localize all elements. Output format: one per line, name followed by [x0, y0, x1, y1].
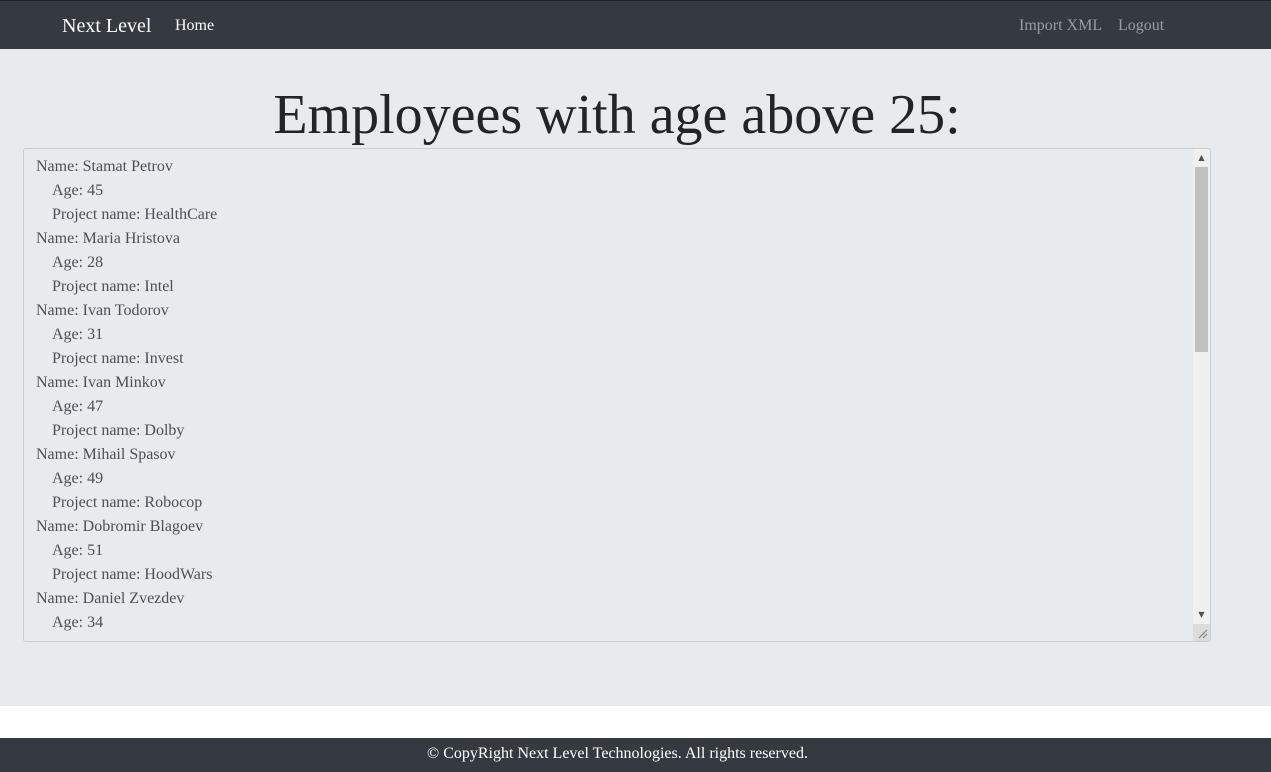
scroll-down-arrow-icon[interactable]: ▼ [1193, 606, 1210, 623]
employee-detail-line: Project name: Dolby [52, 422, 185, 439]
employee-detail-line: Age: 31 [52, 326, 104, 343]
employee-detail-line: Age: 49 [52, 470, 104, 487]
scroll-up-arrow-icon[interactable]: ▲ [1193, 149, 1210, 166]
employee-name-line: Name: Stamat Petrov [36, 158, 173, 175]
main-content: Employees with age above 25: Name: Stama… [0, 49, 1271, 706]
employee-detail-line: Age: 28 [52, 254, 104, 271]
employee-detail-line: Project name: Robocop [52, 494, 203, 511]
employee-detail-line: Age: 34 [52, 614, 104, 631]
employee-name-line: Name: Daniel Zvezdev [36, 590, 185, 607]
employee-name-line: Name: Dobromir Blagoev [36, 518, 204, 535]
employee-name-line: Name: Mihail Spasov [36, 446, 176, 463]
employee-name-line: Name: Maria Hristova [36, 230, 180, 247]
employee-detail-line: Project name: HealthCare [52, 206, 218, 223]
employee-detail-line: Project name: Invest [52, 350, 184, 367]
resize-grip-icon[interactable] [1193, 624, 1210, 641]
employee-detail-line: Age: 51 [52, 542, 104, 559]
employee-detail-line: Age: 47 [52, 398, 104, 415]
nav-import-xml-link[interactable]: Import XML [1019, 16, 1102, 36]
employee-list-content: Name: Stamat Petrov Age: 45 Project name: … [36, 157, 1186, 637]
footer-copyright-text: © CopyRight Next Level Technologies. All… [427, 745, 808, 762]
nav-home-link[interactable]: Home [175, 16, 214, 36]
employee-detail-line: Project name: Intel [52, 278, 174, 295]
nav-logout-link[interactable]: Logout [1118, 16, 1164, 36]
brand-link[interactable]: Next Level [62, 14, 151, 38]
page-title: Employees with age above 25: [273, 84, 961, 146]
employee-detail-line: Age: 45 [52, 182, 104, 199]
footer: © CopyRight Next Level Technologies. All… [0, 738, 1271, 772]
top-navbar: Next Level Home Import XML Logout [0, 0, 1271, 49]
vertical-scrollbar[interactable]: ▲ ▼ [1193, 149, 1210, 641]
employee-detail-line: Project name: HoodWars [52, 566, 213, 583]
employee-list-textarea[interactable]: Name: Stamat Petrov Age: 45 Project name: … [23, 148, 1211, 642]
employee-name-line: Name: Ivan Todorov [36, 302, 169, 319]
scrollbar-thumb[interactable] [1195, 167, 1208, 352]
employee-name-line: Name: Ivan Minkov [36, 374, 166, 391]
